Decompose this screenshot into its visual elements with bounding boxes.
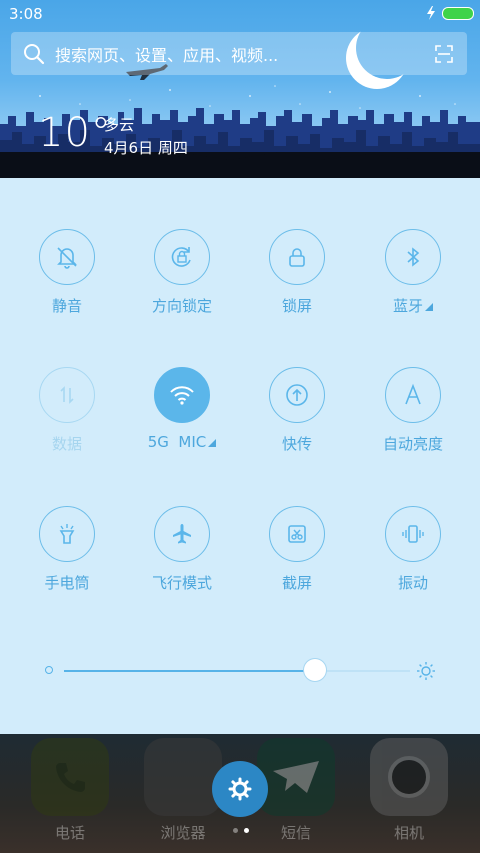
toggle-rotation-lock[interactable]: 方向锁定 — [124, 229, 240, 316]
wifi-icon — [170, 386, 194, 405]
transfer-icon — [286, 384, 308, 406]
dock-app-browser[interactable]: 浏览器 — [143, 738, 223, 843]
toggle-rotation-lock-label: 方向锁定 — [151, 297, 212, 315]
search-bar[interactable]: 搜索网页、设置、应用、视频... — [11, 32, 467, 75]
phone-icon[interactable] — [31, 738, 109, 816]
toggle-screenshot-label: 截屏 — [281, 574, 312, 592]
notification-header: 3:08 搜索网页、设置、应用、视频... 10° 多云 4月6日 周四 — [0, 0, 480, 178]
toggle-bluetooth-label: 蓝牙 — [355, 295, 471, 316]
airplane-icon — [173, 524, 191, 544]
toggle-flashlight-label: 手电筒 — [44, 574, 90, 592]
browser-icon[interactable] — [144, 738, 222, 816]
auto-brightness-icon — [405, 383, 421, 405]
weather-temperature: 10° — [38, 110, 112, 156]
gear-icon — [228, 777, 252, 801]
toggle-bluetooth[interactable]: 蓝牙 — [355, 229, 471, 316]
camera-icon[interactable] — [370, 738, 448, 816]
expand-caret-icon[interactable] — [425, 303, 433, 311]
toggle-mobile-data-label: 数据 — [51, 435, 82, 453]
toggle-vibrate-circle[interactable] — [385, 506, 441, 562]
status-icons — [426, 6, 474, 20]
weather-condition: 多云 — [104, 116, 135, 134]
brightness-slider-fill[interactable] — [64, 670, 312, 672]
toggle-airplane-mode-circle[interactable] — [154, 506, 210, 562]
mobile-data-icon — [60, 386, 74, 404]
weather-date: 4月6日 周四 — [104, 139, 188, 157]
dock-app-camera[interactable]: 相机 — [369, 738, 449, 843]
toggle-quick-transfer[interactable]: 快传 — [239, 367, 355, 454]
rotation-lock-icon — [171, 247, 191, 267]
toggle-wifi-text: 5G MIC — [147, 433, 207, 451]
toggle-lock-screen-circle[interactable] — [269, 229, 325, 285]
page-dot — [233, 828, 238, 833]
toggle-mobile-data[interactable]: 数据 — [9, 367, 125, 454]
dock-app-camera-label: 相机 — [393, 824, 424, 842]
charging-icon — [427, 6, 435, 20]
toggle-rotation-lock-circle[interactable] — [154, 229, 210, 285]
toggle-wifi-label: 5G MIC — [134, 433, 230, 451]
settings-button[interactable] — [212, 761, 268, 817]
toggle-quick-transfer-circle[interactable] — [269, 367, 325, 423]
page-indicator — [233, 828, 249, 833]
toggle-auto-brightness[interactable]: 自动亮度 — [355, 367, 471, 454]
toggle-screenshot[interactable]: 截屏 — [239, 506, 355, 593]
page-dot-active — [244, 828, 249, 833]
search-input[interactable]: 搜索网页、设置、应用、视频... — [55, 42, 278, 66]
scan-icon[interactable] — [435, 44, 453, 63]
dock-app-phone[interactable]: 电话 — [30, 738, 110, 843]
toggle-quick-transfer-label: 快传 — [281, 435, 312, 453]
toggle-vibrate[interactable]: 振动 — [355, 506, 471, 593]
toggle-mute[interactable]: 静音 — [9, 229, 125, 316]
status-time: 3:08 — [9, 5, 43, 23]
brightness-max-icon — [417, 662, 435, 680]
toggle-mute-label: 静音 — [51, 297, 82, 315]
toggle-wifi-circle[interactable] — [154, 367, 210, 423]
search-icon — [24, 43, 45, 64]
toggle-airplane-mode[interactable]: 飞行模式 — [124, 506, 240, 593]
toggle-airplane-mode-label: 飞行模式 — [151, 574, 212, 592]
brightness-min-icon — [45, 666, 53, 674]
lock-icon — [289, 248, 305, 267]
brightness-slider-handle[interactable] — [304, 659, 326, 681]
toggle-screenshot-circle[interactable] — [269, 506, 325, 562]
toggle-auto-brightness-label: 自动亮度 — [382, 435, 443, 453]
toggle-lock-screen[interactable]: 锁屏 — [239, 229, 355, 316]
dock-app-messages[interactable]: 短信 — [256, 738, 336, 843]
toggle-bluetooth-circle[interactable] — [385, 229, 441, 285]
toggle-flashlight[interactable]: 手电筒 — [9, 506, 125, 593]
dock-app-messages-label: 短信 — [280, 824, 311, 842]
toggle-wifi[interactable]: 5G MIC — [124, 367, 240, 451]
battery-icon — [442, 6, 474, 20]
flashlight-icon — [59, 524, 75, 544]
bluetooth-icon — [407, 247, 420, 267]
toggle-mute-circle[interactable] — [39, 229, 95, 285]
dock-app-phone-label: 电话 — [54, 824, 85, 842]
screenshot-icon — [288, 525, 306, 543]
expand-caret-icon[interactable] — [208, 439, 217, 447]
bell-off-icon — [57, 247, 77, 269]
brightness-slider-track[interactable] — [326, 670, 410, 672]
dock-app-browser-label: 浏览器 — [160, 824, 206, 842]
toggle-auto-brightness-circle[interactable] — [385, 367, 441, 423]
messages-icon[interactable] — [257, 738, 335, 816]
toggle-bluetooth-text: 蓝牙 — [392, 297, 423, 315]
toggle-vibrate-label: 振动 — [397, 574, 428, 592]
toggle-flashlight-circle[interactable] — [39, 506, 95, 562]
toggle-lock-screen-label: 锁屏 — [281, 297, 312, 315]
toggle-mobile-data-circle[interactable] — [39, 367, 95, 423]
vibrate-icon — [402, 525, 424, 543]
